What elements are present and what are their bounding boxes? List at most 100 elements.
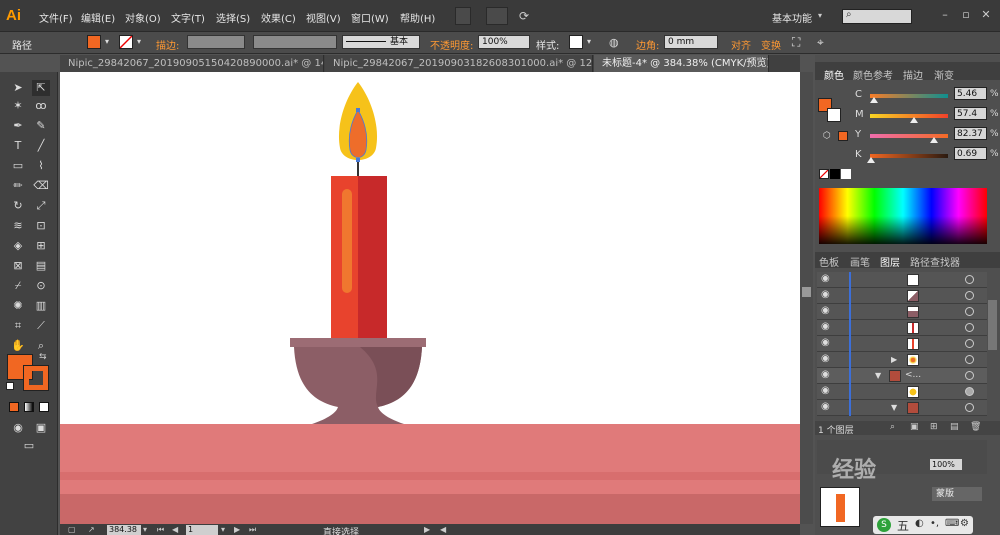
gradient-tool-icon[interactable]: ▤ — [32, 258, 50, 274]
slider-knob-m[interactable] — [910, 117, 918, 123]
brush-definition[interactable]: 基本 — [342, 35, 420, 49]
hand-tool-icon[interactable]: ✋ — [9, 338, 27, 354]
default-colors-icon[interactable] — [6, 382, 14, 390]
scroll-left-icon[interactable]: ◀ — [440, 525, 446, 534]
locate-object-icon[interactable]: ⌕ — [890, 422, 895, 432]
status-menu-icon[interactable]: ▶ — [424, 525, 430, 534]
tab-swatches[interactable]: 色板 — [819, 254, 839, 269]
isolate-icon[interactable]: ⛶ — [792, 35, 800, 50]
eyedropper-tool-icon[interactable]: ⌿ — [9, 278, 27, 294]
field-m[interactable]: 57.4 — [954, 107, 987, 120]
corner-label[interactable]: 边角: — [636, 37, 659, 52]
graphic-style-swatch[interactable] — [569, 35, 583, 49]
last-artboard-icon[interactable]: ⏭ — [249, 525, 256, 535]
chevron-down-icon[interactable]: ▾ — [102, 36, 112, 48]
eye-icon[interactable]: ◉ — [821, 386, 833, 396]
recolor-artwork-icon[interactable]: ◍ — [609, 36, 619, 49]
layers-scrollbar-thumb[interactable] — [988, 300, 997, 350]
symbol-sprayer-tool-icon[interactable]: ✺ — [9, 298, 27, 314]
new-sublayer-icon[interactable]: ⊞ — [930, 422, 938, 432]
warp-tool-icon[interactable]: ≋ — [9, 218, 27, 234]
layer-row[interactable]: ◉ — [817, 320, 987, 336]
menu-effect[interactable]: 效果(C) — [261, 10, 296, 25]
layer-row-group[interactable]: ◉ ▼ <... — [817, 368, 987, 384]
none-swatch[interactable] — [819, 169, 829, 179]
ime-mode-icon[interactable]: 五 — [897, 517, 909, 534]
screen-mode-icon[interactable]: ▣ — [32, 420, 50, 436]
target-icon[interactable] — [965, 403, 974, 412]
transform-link[interactable]: 变换 — [761, 37, 781, 52]
chevron-down-icon[interactable]: ▾ — [818, 11, 822, 20]
collapse-arrow-icon[interactable]: ▼ — [875, 371, 881, 380]
menu-view[interactable]: 视图(V) — [306, 10, 341, 25]
tab-layers[interactable]: 图层 — [880, 254, 900, 269]
menu-type[interactable]: 文字(T) — [171, 10, 205, 25]
field-y[interactable]: 82.37 — [954, 127, 987, 140]
tab-gradient[interactable]: 渐变 — [934, 67, 954, 82]
slider-m[interactable] — [870, 114, 948, 118]
new-layer-icon[interactable]: ▤ — [950, 422, 959, 432]
perspective-grid-tool-icon[interactable]: ⊞ — [32, 238, 50, 254]
blend-tool-icon[interactable]: ⊙ — [32, 278, 50, 294]
target-icon[interactable] — [965, 371, 974, 380]
zoom-field[interactable]: 384.38 — [107, 525, 141, 535]
paintbrush-tool-icon[interactable]: ⌇ — [32, 158, 50, 174]
tab-color-guide[interactable]: 颜色参考 — [853, 67, 893, 82]
ime-punct-icon[interactable]: •, — [930, 518, 939, 529]
direct-selection-tool-icon[interactable]: ⇱ — [32, 80, 50, 96]
select-similar-icon[interactable]: ⌖ — [817, 35, 824, 50]
free-transform-tool-icon[interactable]: ⊡ — [32, 218, 50, 234]
layer-row[interactable]: ◉ — [817, 288, 987, 304]
eye-icon[interactable]: ◉ — [821, 338, 833, 348]
document-tab-3[interactable]: 未标题-4* @ 384.38% (CMYK/预览) — [594, 55, 769, 72]
eye-icon[interactable]: ◉ — [821, 354, 833, 364]
black-swatch[interactable] — [830, 169, 840, 179]
target-icon[interactable] — [965, 339, 974, 348]
chevron-down-icon[interactable]: ▾ — [143, 525, 147, 534]
first-artboard-icon[interactable]: ⏮ — [157, 525, 164, 535]
chevron-down-icon[interactable]: ▾ — [221, 525, 225, 534]
mesh-tool-icon[interactable]: ⊠ — [9, 258, 27, 274]
menu-object[interactable]: 对象(O) — [125, 10, 161, 25]
panel-stroke-swatch[interactable] — [827, 108, 841, 122]
gradient-mode-icon[interactable] — [24, 402, 34, 412]
menu-help[interactable]: 帮助(H) — [400, 10, 435, 25]
slider-knob-k[interactable] — [867, 157, 875, 163]
fill-swatch[interactable] — [87, 35, 101, 49]
pen-tool-icon[interactable]: ✒ — [9, 118, 27, 134]
document-tab-1[interactable]: Nipic_29842067_20190905150420890000.ai* … — [60, 55, 324, 72]
transparency-opacity-field[interactable]: 100% — [930, 459, 962, 470]
scrollbar-thumb[interactable] — [802, 287, 811, 297]
minimize-icon[interactable]: – — [938, 8, 952, 22]
layer-row[interactable]: ◉ — [817, 336, 987, 352]
menu-window[interactable]: 窗口(W) — [351, 10, 389, 25]
lasso-tool-icon[interactable]: ꝏ — [32, 98, 50, 114]
search-input[interactable] — [842, 9, 912, 24]
draw-mode-icon[interactable]: ◉ — [9, 420, 27, 436]
tab-pathfinder[interactable]: 路径查找器 — [910, 254, 960, 269]
slider-knob-y[interactable] — [930, 137, 938, 143]
opacity-label[interactable]: 不透明度: — [430, 37, 473, 52]
next-artboard-icon[interactable]: ▶ — [234, 525, 240, 534]
workspace-switcher[interactable]: 基本功能 — [772, 10, 812, 25]
layer-row[interactable]: ◉ ▼ — [817, 400, 987, 416]
align-link[interactable]: 对齐 — [731, 37, 751, 52]
variable-width-profile[interactable] — [253, 35, 337, 49]
bridge-button[interactable] — [455, 7, 471, 25]
clipping-mask-icon[interactable]: ▣ — [910, 422, 919, 432]
layer-row[interactable]: ◉ ▶ — [817, 352, 987, 368]
chevron-down-icon[interactable]: ▾ — [584, 36, 594, 48]
expand-arrow-icon[interactable]: ▶ — [891, 355, 897, 364]
rectangle-tool-icon[interactable]: ▭ — [9, 158, 27, 174]
selection-tool-icon[interactable]: ➤ — [9, 80, 27, 96]
menu-select[interactable]: 选择(S) — [216, 10, 250, 25]
column-graph-tool-icon[interactable]: ▥ — [32, 298, 50, 314]
stroke-swatch[interactable] — [119, 35, 133, 49]
swap-colors-icon[interactable]: ⇆ — [39, 352, 47, 362]
slice-tool-icon[interactable]: ⟋ — [32, 318, 50, 334]
field-k[interactable]: 0.69 — [954, 147, 987, 160]
eye-icon[interactable]: ◉ — [821, 402, 833, 412]
slider-c[interactable] — [870, 94, 948, 98]
layer-row[interactable]: ◉ — [817, 384, 987, 400]
stroke-label[interactable]: 描边: — [156, 37, 179, 52]
